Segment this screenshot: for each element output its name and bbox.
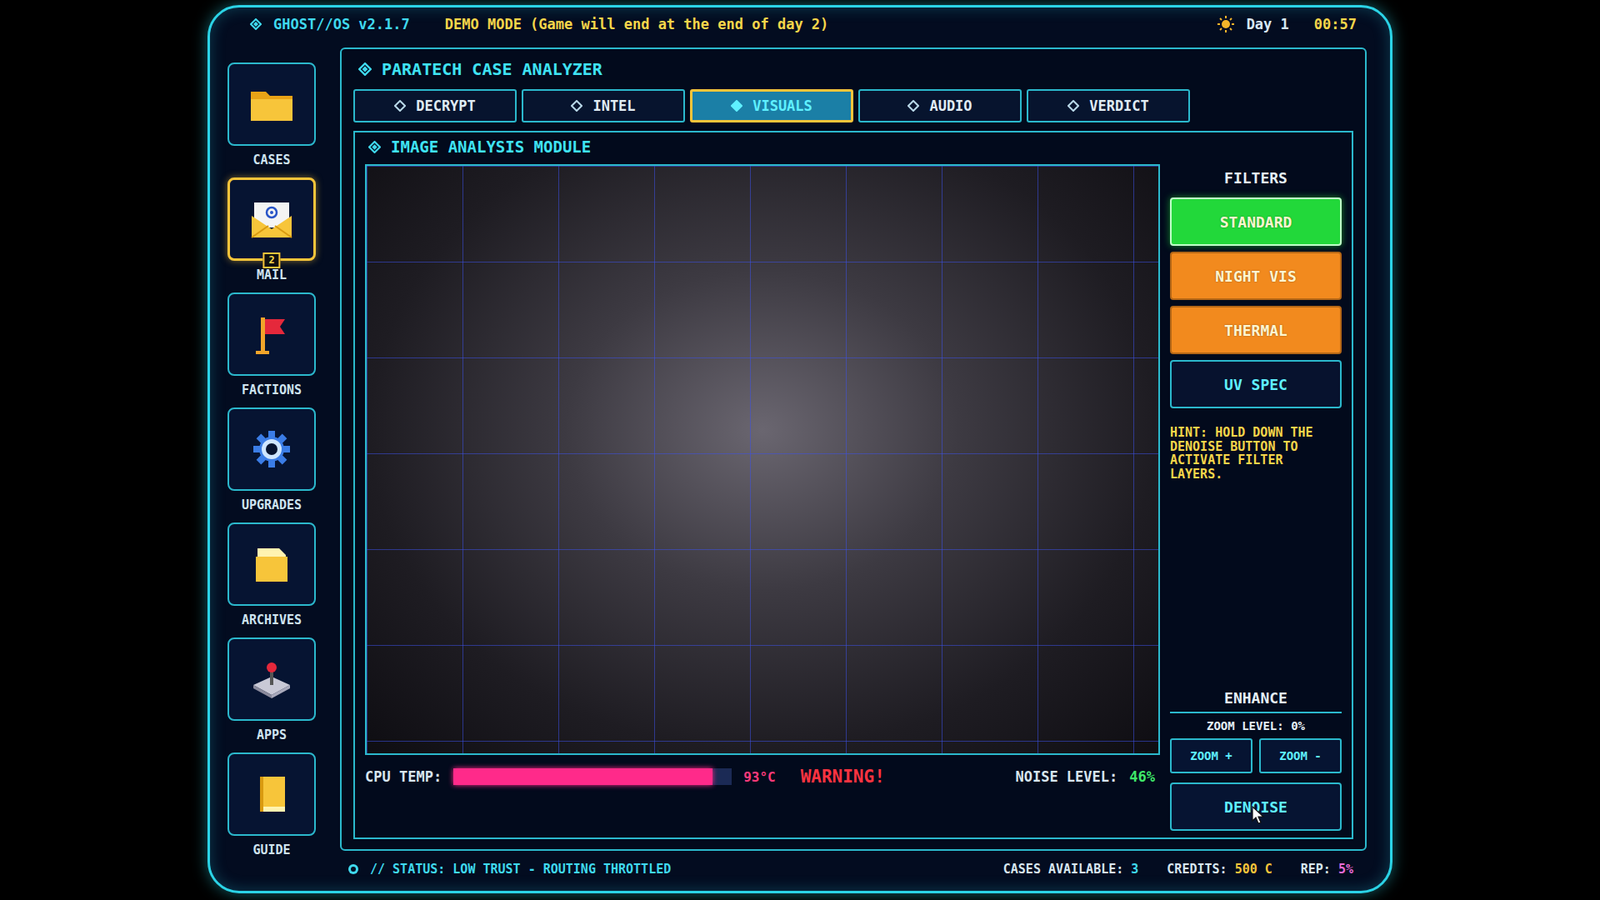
- sidebar-item[interactable]: APPS: [218, 637, 325, 751]
- sidebar-label: APPS: [256, 727, 287, 743]
- zoom-level: ZOOM LEVEL: 0%: [1170, 719, 1342, 733]
- sidebar-label: MAIL: [256, 267, 287, 283]
- status-bar: // STATUS: LOW TRUST - ROUTING THROTTLED…: [340, 850, 1367, 883]
- diamond-icon: [907, 100, 920, 112]
- mail-badge: 2: [262, 252, 280, 269]
- sidebar-button[interactable]: [227, 637, 316, 721]
- sidebar-button[interactable]: [227, 292, 316, 376]
- archive-folder-icon: [250, 543, 293, 585]
- sidebar-item[interactable]: UPGRADES: [218, 407, 325, 521]
- hint-text: HINT: HOLD DOWN THE DENOISE BUTTON TO AC…: [1170, 425, 1342, 481]
- filter-button[interactable]: UV SPEC: [1170, 360, 1342, 409]
- filter-button[interactable]: STANDARD: [1170, 197, 1342, 246]
- sun-icon: [1216, 15, 1235, 34]
- status-text: // STATUS: LOW TRUST - ROUTING THROTTLED: [370, 861, 671, 877]
- diamond-icon: [730, 100, 743, 112]
- module-title: IMAGE ANALYSIS MODULE: [365, 137, 1342, 165]
- diamond-icon: [394, 100, 406, 112]
- filters-panel: FILTERS STANDARDNIGHT VISTHERMALUV SPEC …: [1170, 164, 1342, 831]
- sidebar-button[interactable]: 2: [227, 177, 316, 261]
- cpu-warning: WARNING!: [800, 766, 885, 787]
- tab[interactable]: DECRYPT: [353, 89, 517, 123]
- sidebar-button[interactable]: [227, 62, 316, 146]
- cpu-temp-reading: 93°C: [743, 769, 776, 785]
- monitor-frame: GHOST//OS v2.1.7 DEMO MODE (Game will en…: [207, 5, 1393, 894]
- sidebar-label: FACTIONS: [241, 382, 302, 398]
- tab[interactable]: INTEL: [521, 89, 685, 123]
- diamond-icon: [1067, 100, 1080, 112]
- tab[interactable]: VISUALS: [690, 89, 854, 123]
- denoise-button[interactable]: DENOISE: [1170, 782, 1342, 831]
- sidebar-button[interactable]: [227, 407, 316, 491]
- reputation: REP: 5%: [1300, 861, 1354, 877]
- sidebar-item[interactable]: CASES: [218, 62, 325, 176]
- sidebar-label: GUIDE: [252, 842, 290, 858]
- sidebar-label: CASES: [252, 152, 290, 168]
- panel-title: PARATECH CASE ANALYZER: [353, 57, 1354, 90]
- sidebar-button[interactable]: [227, 752, 316, 836]
- gear-icon: [250, 428, 293, 470]
- enhance-title: ENHANCE: [1170, 685, 1342, 714]
- filter-button[interactable]: THERMAL: [1170, 305, 1342, 355]
- cpu-temp-meter: CPU TEMP: 93°C WARNING!: [365, 766, 885, 787]
- sidebar-label: UPGRADES: [241, 497, 302, 513]
- zoom-button[interactable]: ZOOM +: [1170, 738, 1253, 774]
- demo-notice: DEMO MODE (Game will end at the end of d…: [445, 15, 830, 33]
- case-analyzer-panel: PARATECH CASE ANALYZER DECRYPT INTEL VIS…: [340, 47, 1367, 851]
- image-analysis-module: IMAGE ANALYSIS MODULE CPU TEMP: 93°C WAR…: [353, 130, 1354, 840]
- diamond-icon: [368, 140, 381, 154]
- diamond-icon: [250, 18, 262, 30]
- cases-available: CASES AVAILABLE: 3: [1003, 861, 1140, 877]
- mail-icon: [249, 199, 295, 240]
- sidebar-item[interactable]: 2 MAIL: [218, 177, 325, 291]
- tab[interactable]: VERDICT: [1026, 89, 1190, 123]
- top-bar: GHOST//OS v2.1.7 DEMO MODE (Game will en…: [210, 7, 1390, 41]
- sidebar: CASES 2 MAIL FACTIONS UPGRADES ARCHIVES …: [210, 40, 325, 891]
- sidebar-item[interactable]: FACTIONS: [218, 292, 325, 406]
- sidebar-item[interactable]: ARCHIVES: [218, 522, 325, 636]
- status-icon: [346, 862, 360, 876]
- image-viewer[interactable]: [365, 164, 1160, 755]
- cursor-icon: [1251, 805, 1265, 825]
- zoom-button[interactable]: ZOOM -: [1259, 738, 1342, 774]
- notebook-icon: [253, 773, 290, 815]
- os-version: GHOST//OS v2.1.7: [273, 15, 410, 33]
- tab[interactable]: AUDIO: [858, 89, 1022, 123]
- sidebar-button[interactable]: [227, 522, 316, 606]
- sidebar-label: ARCHIVES: [241, 612, 302, 628]
- sidebar-item[interactable]: GUIDE: [218, 752, 325, 866]
- day-label: Day 1: [1246, 15, 1290, 33]
- screen: GHOST//OS v2.1.7 DEMO MODE (Game will en…: [0, 0, 1600, 900]
- filter-button[interactable]: NIGHT VIS: [1170, 251, 1342, 300]
- diamond-icon: [358, 62, 372, 76]
- tab-bar: DECRYPT INTEL VISUALS AUDIO VERDICT: [353, 89, 1354, 123]
- clock: 00:57: [1314, 15, 1357, 33]
- filters-title: FILTERS: [1170, 165, 1342, 192]
- folder-icon: [248, 85, 295, 124]
- cpu-temp-bar: [453, 768, 732, 785]
- credits: CREDITS: 500 C: [1166, 861, 1272, 877]
- noise-level: NOISE LEVEL: 46%: [1015, 768, 1155, 785]
- flag-icon: [252, 312, 291, 356]
- analysis-grid: [366, 165, 1159, 754]
- joystick-icon: [248, 658, 295, 700]
- diamond-icon: [570, 100, 583, 112]
